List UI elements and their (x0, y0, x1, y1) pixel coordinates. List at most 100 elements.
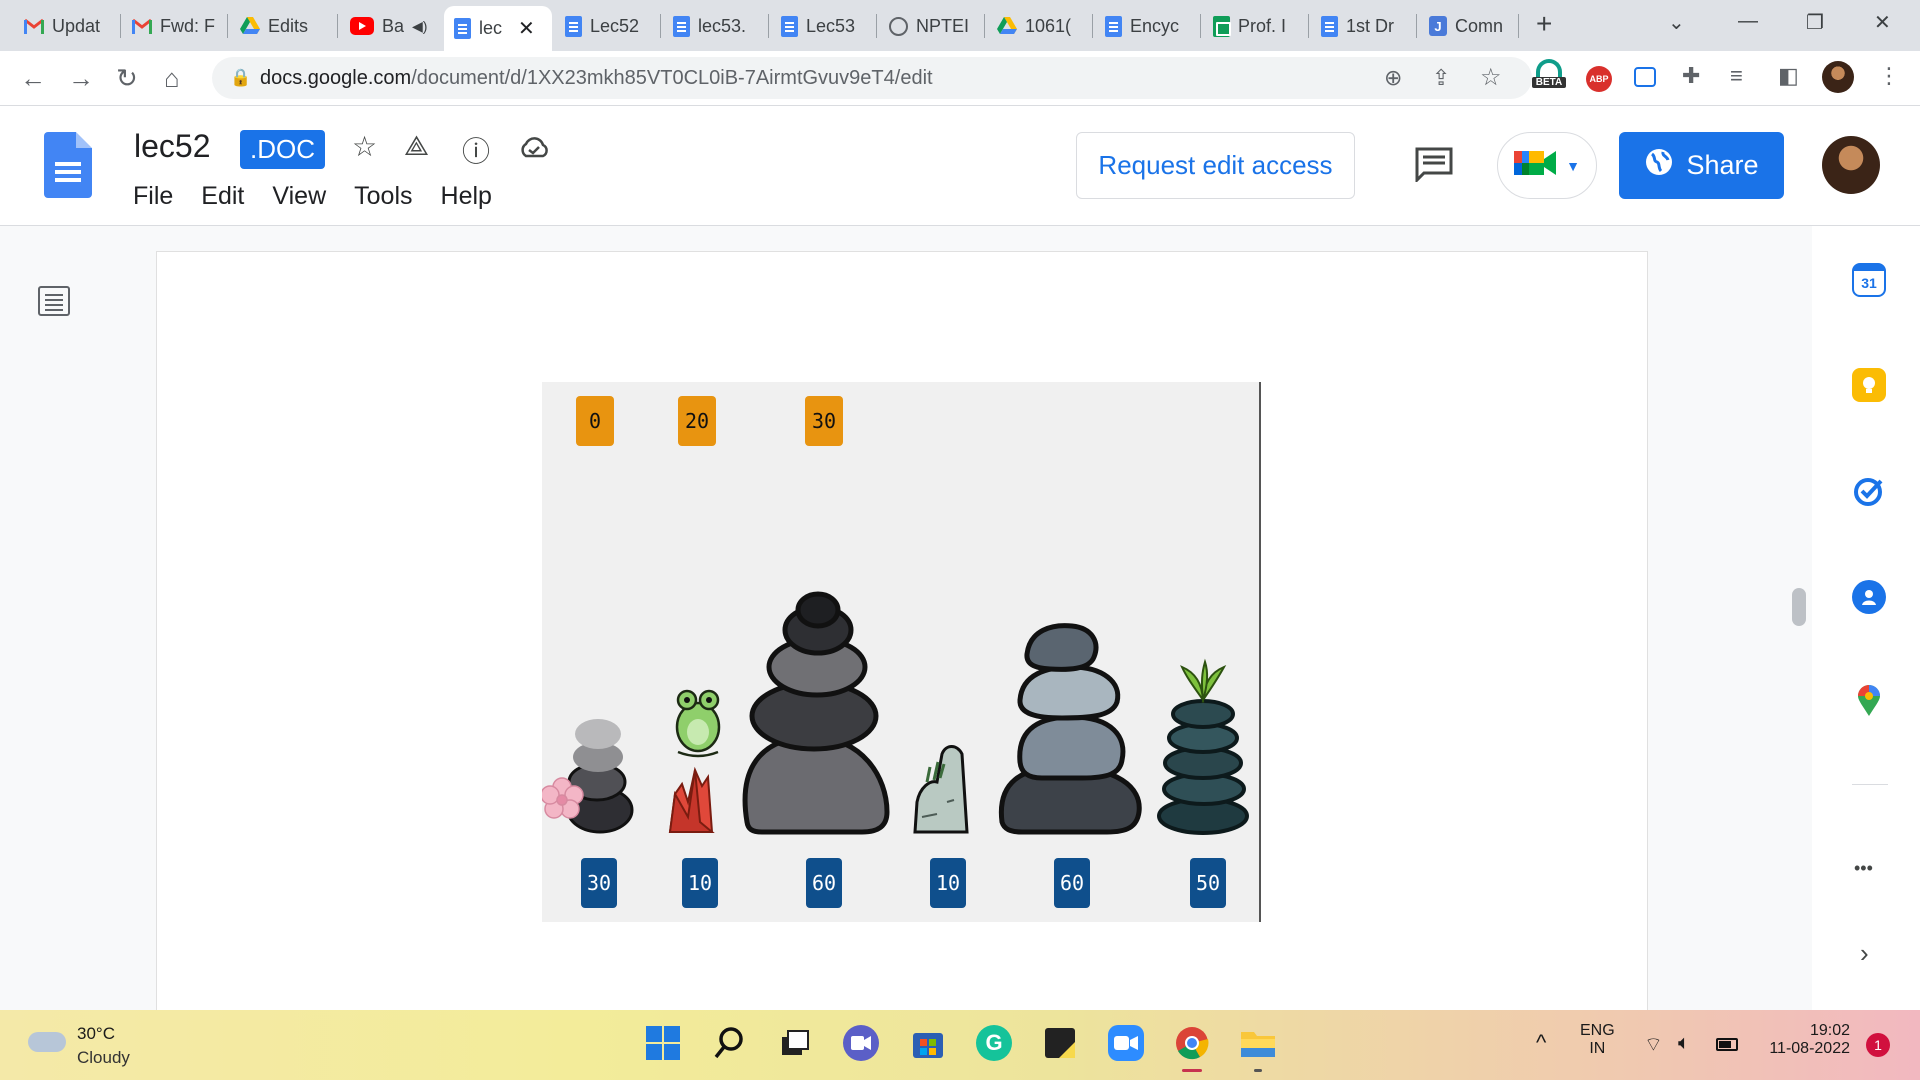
side-panel-icon[interactable]: ◧ (1778, 63, 1799, 89)
close-window-icon[interactable]: ✕ (1874, 10, 1891, 35)
tab-docs-lec53-b[interactable]: Lec53 (771, 8, 875, 44)
sticky-notes-icon[interactable] (1042, 1025, 1078, 1061)
tab-docs-lec-active[interactable]: lec ✕ (444, 6, 552, 51)
file-extension-badge: .DOC (240, 130, 325, 169)
mossy-rock (913, 745, 969, 834)
google-maps-icon[interactable] (1852, 684, 1886, 718)
teams-chat-icon[interactable] (843, 1025, 879, 1061)
google-meet-button[interactable]: ▼ (1497, 132, 1597, 199)
taskbar-search-icon[interactable] (711, 1025, 747, 1061)
meet-dropdown-caret-icon: ▼ (1566, 157, 1580, 174)
stone-stack-5 (998, 623, 1142, 835)
tab-drive-1061[interactable]: 1061( (987, 8, 1091, 44)
more-addons-icon[interactable]: ••• (1854, 858, 1873, 879)
tab-docs-lec52[interactable]: Lec52 (555, 8, 659, 44)
green-frog (675, 689, 721, 758)
menu-view[interactable]: View (272, 182, 326, 211)
windows-start-icon[interactable] (645, 1025, 681, 1061)
menu-help[interactable]: Help (441, 182, 492, 211)
wifi-icon[interactable]: ⌔ (1644, 1032, 1663, 1057)
weather-description[interactable]: Cloudy (77, 1048, 130, 1068)
move-to-drive-icon[interactable]: ⟁ (404, 130, 429, 163)
forward-arrow-icon[interactable]: → (68, 63, 94, 94)
show-hidden-icons-chevron-icon[interactable]: ^ (1536, 1030, 1546, 1056)
side-panel (1812, 226, 1920, 1010)
side-panel-divider (1852, 784, 1888, 785)
tab-drive-edits[interactable]: Edits (230, 8, 334, 44)
zoom-icon[interactable]: ⊕ (1384, 65, 1402, 91)
grammarly-beta-extension-icon[interactable]: BETA (1532, 59, 1566, 95)
grammarly-icon[interactable]: G (976, 1025, 1012, 1061)
tab-label: NPTEI (916, 15, 970, 36)
file-explorer-icon[interactable] (1240, 1025, 1276, 1061)
notification-count-badge[interactable]: 1 (1866, 1033, 1890, 1057)
address-bar[interactable]: 🔒 docs.google.com/document/d/1XX23mkh85V… (212, 57, 1532, 99)
account-avatar[interactable] (1822, 136, 1880, 194)
menu-edit[interactable]: Edit (201, 182, 244, 211)
extensions-puzzle-icon[interactable]: ✚ (1682, 63, 1700, 89)
reload-icon[interactable]: ↻ (116, 63, 138, 94)
bottom-value-badge: 60 (1054, 858, 1090, 908)
bottom-value-badge: 30 (581, 858, 617, 908)
reading-list-icon[interactable]: ≡ (1730, 63, 1743, 89)
red-crystal (668, 766, 715, 833)
browser-menu-kebab-icon[interactable]: ⋮ (1878, 63, 1900, 89)
adblock-plus-icon[interactable]: ABP (1586, 66, 1612, 92)
volume-icon[interactable]: 🔈︎ (1678, 1032, 1690, 1055)
input-language-indicator[interactable]: ENG IN (1580, 1022, 1615, 1058)
google-drive-icon (240, 16, 260, 36)
show-side-panel-chevron-icon[interactable]: › (1860, 938, 1869, 969)
stone-stacks-illustration (542, 591, 1249, 835)
tab-sheets-prof[interactable]: Prof. I (1203, 8, 1307, 44)
star-icon[interactable]: ☆ (352, 130, 377, 163)
google-tasks-icon[interactable] (1852, 474, 1886, 508)
weather-temperature[interactable]: 30°C (77, 1024, 115, 1044)
tab-nptel[interactable]: NPTEI (879, 8, 983, 44)
home-icon[interactable]: ⌂ (164, 63, 180, 94)
url-domain: docs.google.com (260, 67, 412, 89)
tab-docs-1st-draft[interactable]: 1st Dr (1311, 8, 1415, 44)
menu-file[interactable]: File (133, 182, 173, 211)
document-outline-icon[interactable] (38, 286, 70, 316)
share-button[interactable]: Share (1619, 132, 1784, 199)
tab-gmail-updat[interactable]: Updat (14, 8, 120, 44)
document-title[interactable]: lec52 (134, 128, 211, 165)
clock[interactable]: 19:02 11-08-2022 (1760, 1022, 1850, 1058)
document-info-icon[interactable]: ⓘ (462, 130, 490, 170)
speaker-icon[interactable]: ◀) (412, 18, 427, 35)
microsoft-store-icon[interactable] (910, 1025, 946, 1061)
google-keep-icon[interactable] (1852, 368, 1886, 402)
menu-tools[interactable]: Tools (354, 182, 412, 211)
back-arrow-icon[interactable]: ← (20, 63, 46, 94)
minimize-window-icon[interactable]: — (1738, 10, 1758, 33)
google-calendar-icon[interactable]: 31 (1852, 263, 1886, 297)
google-docs-icon (454, 18, 471, 39)
tab-separator (1092, 14, 1093, 38)
tab-search-chevron-icon[interactable]: ⌄ (1668, 10, 1685, 35)
stone-stack-3 (742, 591, 890, 835)
zoom-app-icon[interactable] (1108, 1025, 1144, 1061)
google-contacts-icon[interactable] (1852, 580, 1886, 614)
url-text[interactable]: docs.google.com/document/d/1XX23mkh85VT0… (260, 67, 933, 90)
abp-label: ABP (1589, 74, 1609, 84)
tab-jamboard-comm[interactable]: J Comn (1419, 8, 1519, 44)
screen-record-extension-icon[interactable] (1634, 67, 1656, 87)
task-view-icon[interactable] (777, 1025, 813, 1061)
vertical-scrollbar-thumb[interactable] (1792, 588, 1806, 626)
tab-docs-lec53-a[interactable]: lec53. (663, 8, 767, 44)
restore-window-icon[interactable]: ❐ (1806, 10, 1824, 35)
battery-icon[interactable] (1716, 1038, 1738, 1051)
google-docs-logo-icon[interactable] (44, 132, 92, 198)
request-edit-access-button[interactable]: Request edit access (1076, 132, 1355, 199)
chrome-icon[interactable] (1174, 1025, 1210, 1061)
browser-profile-avatar[interactable] (1822, 61, 1854, 93)
share-page-icon[interactable]: ⇪ (1432, 65, 1450, 91)
tab-gmail-fwd[interactable]: Fwd: F (122, 8, 226, 44)
comments-icon[interactable] (1414, 146, 1454, 187)
tab-docs-encyc[interactable]: Encyc (1095, 8, 1199, 44)
bookmark-star-icon[interactable]: ☆ (1480, 63, 1502, 92)
new-tab-plus-icon[interactable]: + (1536, 8, 1552, 40)
close-tab-icon[interactable]: ✕ (518, 16, 535, 41)
tab-youtube[interactable]: Ba ◀) (340, 8, 440, 44)
cloud-status-icon[interactable] (518, 136, 550, 163)
